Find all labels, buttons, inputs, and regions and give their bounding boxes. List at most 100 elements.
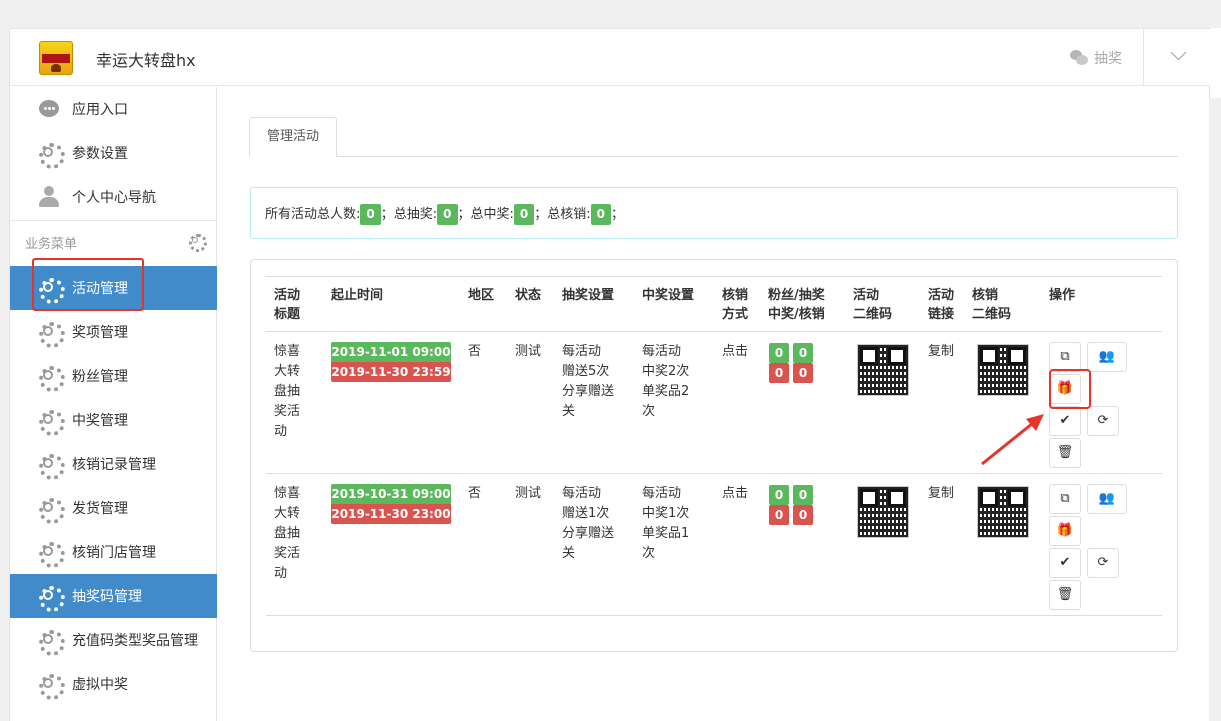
- sidebar-item-stores[interactable]: 核销门店管理: [10, 530, 217, 574]
- fans-count-badge: 0: [769, 343, 789, 363]
- row-win-settings: 每活动 中奖2次 单奖品2 次: [642, 344, 690, 419]
- sidebar-item-prize-manage[interactable]: 奖项管理: [10, 310, 217, 354]
- trash-icon: 🗑: [1056, 587, 1074, 602]
- fans-users-button[interactable]: 👥: [1087, 342, 1127, 372]
- copy-link[interactable]: 复制: [928, 484, 954, 504]
- sidebar-item-label: 个人中心导航: [72, 190, 156, 206]
- sidebar-item-app-entry[interactable]: 应用入口: [10, 87, 217, 131]
- total-verify-badge: 0: [590, 204, 611, 225]
- start-date-badge: 2019-10-31 09:00: [331, 484, 451, 504]
- row-verify-method: 点击: [722, 344, 749, 359]
- row-status: 测试: [515, 344, 542, 359]
- activity-qr-code: [857, 344, 909, 396]
- sidebar-item-label: 奖项管理: [72, 325, 128, 341]
- col-title: 活动 标题: [274, 288, 301, 322]
- fans-users-button[interactable]: 👥: [1087, 484, 1127, 514]
- annotation-arrow-icon: [981, 414, 1044, 466]
- header-wechat-link[interactable]: 抽奖: [1070, 48, 1122, 68]
- delete-button[interactable]: 🗑: [1049, 438, 1081, 468]
- trash-icon: 🗑: [1056, 445, 1074, 460]
- col-win-settings: 中奖设置: [642, 288, 695, 303]
- copy-activity-button[interactable]: ⧉: [1049, 484, 1081, 514]
- col-verify-method: 核销 方式: [722, 288, 749, 322]
- gear-icon: [38, 541, 60, 563]
- row-region: 否: [468, 486, 482, 501]
- sidebar-item-label: 核销记录管理: [72, 457, 156, 473]
- summary-label: ；总核销:: [534, 207, 591, 222]
- tab-manage-activity[interactable]: 管理活动: [249, 117, 337, 157]
- sidebar-item-user-nav[interactable]: 个人中心导航: [10, 175, 217, 219]
- top-strip: [0, 0, 1221, 28]
- header-divider: [1143, 29, 1144, 86]
- gift-icon: 🎁: [1056, 523, 1074, 538]
- win-count-badge: 0: [769, 505, 789, 525]
- sidebar-item-verify-records[interactable]: 核销记录管理: [10, 442, 217, 486]
- sidebar-item-label: 参数设置: [72, 146, 128, 162]
- copy-activity-button[interactable]: ⧉: [1049, 342, 1081, 372]
- verify-qr-code: [977, 486, 1029, 538]
- tab-bar: 管理活动: [249, 117, 1178, 157]
- sidebar-item-recharge-prizes[interactable]: 充值码类型奖品管理: [10, 618, 217, 662]
- col-fans-stats: 粉丝/抽奖 中奖/核销: [768, 288, 825, 322]
- sidebar-section-title: 业务菜单: [25, 237, 78, 252]
- header-wechat-label: 抽奖: [1094, 51, 1122, 67]
- refresh-icon: ⟳: [1097, 555, 1109, 570]
- check-icon: ✔: [1059, 413, 1071, 428]
- col-time: 起止时间: [331, 288, 384, 303]
- right-cut-panel: [1209, 28, 1221, 98]
- row-dates: 2019-11-01 09:00 2019-11-30 23:59: [331, 342, 451, 382]
- sidebar-item-draw-codes[interactable]: 抽奖码管理: [10, 574, 217, 618]
- chat-icon: [38, 98, 60, 120]
- row-title: 惊喜 大转 盘抽 奖活 动: [274, 486, 301, 581]
- col-ops: 操作: [1049, 288, 1076, 303]
- sidebar-item-shipping[interactable]: 发货管理: [10, 486, 217, 530]
- refresh-button[interactable]: ⟳: [1087, 548, 1119, 578]
- sidebar-item-label: 粉丝管理: [72, 369, 128, 385]
- chevron-down-icon[interactable]: [1170, 47, 1186, 63]
- sidebar-item-label: 中奖管理: [72, 413, 128, 429]
- sidebar-item-label: 核销门店管理: [72, 545, 156, 561]
- row-title: 惊喜 大转 盘抽 奖活 动: [274, 344, 301, 439]
- sidebar-item-label: 虚拟中奖: [72, 677, 128, 693]
- gear-icon: [38, 365, 60, 387]
- gift-button[interactable]: 🎁: [1049, 516, 1081, 546]
- copy-icon: ⧉: [1060, 349, 1070, 364]
- app-header: 幸运大转盘hx 抽奖: [10, 29, 1210, 86]
- copy-link[interactable]: 复制: [928, 342, 954, 362]
- check-button[interactable]: ✔: [1049, 406, 1081, 436]
- sidebar-item-label: 抽奖码管理: [72, 589, 142, 605]
- col-verify-qr: 核销 二维码: [972, 288, 1012, 322]
- end-date-badge: 2019-11-30 23:00: [331, 504, 451, 524]
- summary-label: ；总抽奖:: [380, 207, 438, 222]
- gear-icon: [38, 321, 60, 343]
- sidebar-item-virtual-win[interactable]: 虚拟中奖: [10, 662, 217, 706]
- app-title: 幸运大转盘hx: [96, 51, 196, 70]
- refresh-button[interactable]: ⟳: [1087, 406, 1119, 436]
- sidebar-item-settings[interactable]: 参数设置: [10, 131, 217, 175]
- total-draw-badge: 0: [437, 204, 458, 225]
- sidebar-divider: [10, 220, 217, 221]
- copy-icon: ⧉: [1060, 491, 1070, 506]
- row-win-settings: 每活动 中奖1次 单奖品1 次: [642, 486, 690, 561]
- row-dates: 2019-10-31 09:00 2019-11-30 23:00: [331, 484, 451, 524]
- col-activity-link: 活动 链接: [928, 288, 955, 322]
- delete-button[interactable]: 🗑: [1049, 580, 1081, 610]
- sidebar-item-label: 发货管理: [72, 501, 128, 517]
- sidebar: 应用入口 参数设置 个人中心导航 业务菜单 活动管理 奖项管理 粉丝管理 中奖管…: [10, 87, 217, 721]
- table-row: 惊喜 大转 盘抽 奖活 动 2019-10-31 09:00 2019-11-3…: [266, 474, 1162, 616]
- fans-count-badge: 0: [769, 485, 789, 505]
- summary-end: ；: [611, 207, 625, 222]
- check-button[interactable]: ✔: [1049, 548, 1081, 578]
- summary-bar: 所有活动总人数: 0 ；总抽奖: 0 ；总中奖: 0 ；总核销: 0；: [250, 187, 1178, 239]
- gear-icon: [38, 585, 60, 607]
- win-count-badge: 0: [769, 363, 789, 383]
- gear-icon: [38, 497, 60, 519]
- row-region: 否: [468, 344, 482, 359]
- sidebar-item-winner-manage[interactable]: 中奖管理: [10, 398, 217, 442]
- sidebar-item-fans-manage[interactable]: 粉丝管理: [10, 354, 217, 398]
- refresh-icon: ⟳: [1097, 413, 1109, 428]
- total-win-badge: 0: [513, 204, 535, 225]
- row-verify-method: 点击: [722, 486, 749, 501]
- draw-count-badge: 0: [793, 485, 813, 505]
- verify-count-badge: 0: [793, 505, 813, 525]
